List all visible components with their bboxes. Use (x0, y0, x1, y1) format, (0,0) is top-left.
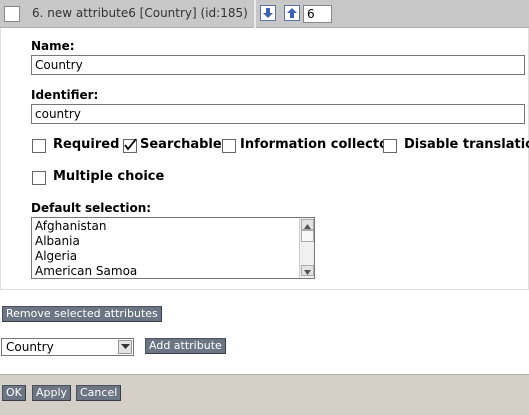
disable-translation-label: Disable translation (404, 137, 529, 152)
datatype-select-value: Country (6, 340, 54, 354)
multiple-choice-label: Multiple choice (53, 169, 165, 184)
datatype-select[interactable]: Country (1, 338, 134, 356)
required-label: Required (53, 137, 120, 152)
checkmark-icon (124, 138, 137, 151)
searchable-checkbox[interactable] (123, 138, 137, 153)
remove-selected-attributes-button[interactable]: Remove selected attributes (2, 306, 162, 322)
identifier-field[interactable]: country (31, 104, 525, 124)
information-collector-checkbox[interactable] (222, 139, 236, 153)
name-field[interactable]: Country (31, 55, 525, 75)
disable-translation-checkbox[interactable] (383, 139, 397, 153)
ok-button[interactable]: OK (2, 385, 26, 401)
arrow-up-icon (287, 8, 297, 18)
arrow-down-icon (263, 8, 273, 18)
scroll-thumb[interactable] (301, 230, 314, 242)
select-dropdown-button[interactable] (118, 340, 132, 354)
name-label: Name: (31, 39, 75, 53)
required-checkbox[interactable] (32, 139, 46, 153)
attribute-header: 6. new attribute6 [Country] (id:185) 6 (0, 0, 529, 28)
header-divider (254, 0, 256, 28)
cancel-button[interactable]: Cancel (76, 385, 122, 401)
move-up-button[interactable] (284, 5, 300, 21)
identifier-label: Identifier: (31, 88, 99, 102)
scroll-up-button[interactable] (301, 219, 314, 230)
apply-button[interactable]: Apply (32, 385, 72, 401)
chevron-down-icon (120, 344, 130, 349)
add-attribute-button[interactable]: Add attribute (145, 338, 226, 354)
select-attribute-checkbox[interactable] (4, 6, 20, 22)
searchable-label: Searchable (140, 137, 222, 152)
attribute-title: 6. new attribute6 [Country] (id:185) (32, 6, 248, 20)
list-item[interactable]: Algeria (35, 249, 77, 263)
scroll-down-icon (304, 270, 311, 275)
default-selection-listbox[interactable]: Afghanistan Albania Algeria American Sam… (31, 217, 315, 279)
move-down-button[interactable] (260, 5, 276, 21)
scroll-down-button[interactable] (301, 265, 314, 276)
list-item[interactable]: Afghanistan (35, 219, 106, 233)
default-selection-label: Default selection: (31, 201, 152, 215)
information-collector-label: Information collector (240, 137, 395, 152)
listbox-scrollbar[interactable] (299, 218, 314, 278)
list-item[interactable]: Albania (35, 234, 80, 248)
priority-input[interactable]: 6 (303, 5, 332, 23)
list-item[interactable]: American Samoa (35, 264, 137, 278)
multiple-choice-checkbox[interactable] (32, 171, 46, 185)
